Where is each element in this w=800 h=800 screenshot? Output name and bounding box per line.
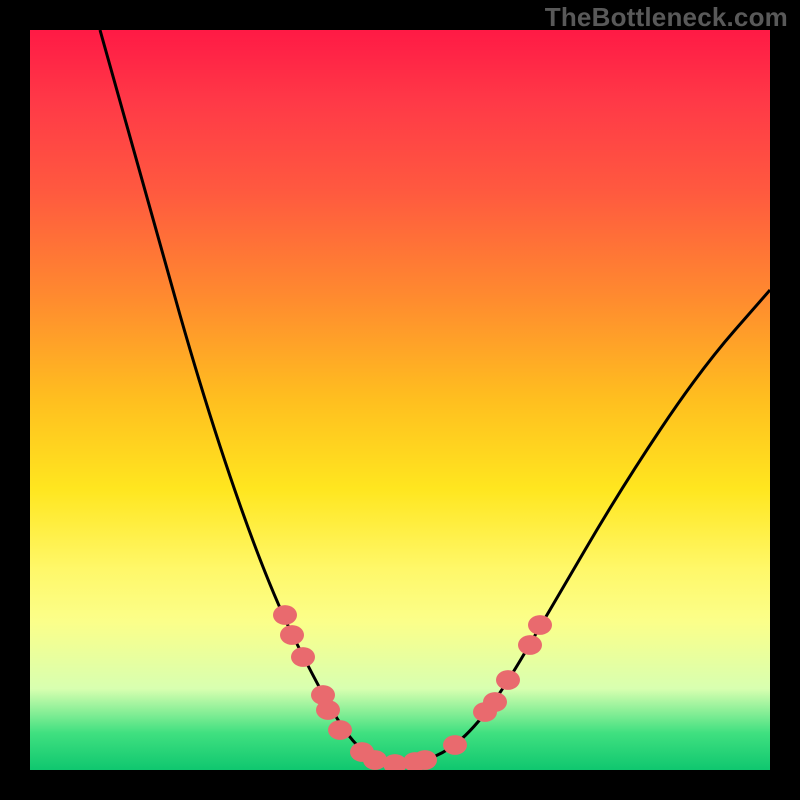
gradient-plot-area [30,30,770,770]
curve-marker [483,692,507,712]
curve-marker [363,750,387,770]
curve-marker [528,615,552,635]
curve-marker [280,625,304,645]
curve-marker [328,720,352,740]
bottleneck-curve [100,30,770,763]
curve-markers [273,605,552,770]
curve-marker [291,647,315,667]
curve-marker [316,700,340,720]
curve-marker [496,670,520,690]
curve-marker [443,735,467,755]
curve-marker [273,605,297,625]
curve-marker [413,750,437,770]
chart-svg [30,30,770,770]
curve-marker [518,635,542,655]
watermark-text: TheBottleneck.com [545,2,788,33]
